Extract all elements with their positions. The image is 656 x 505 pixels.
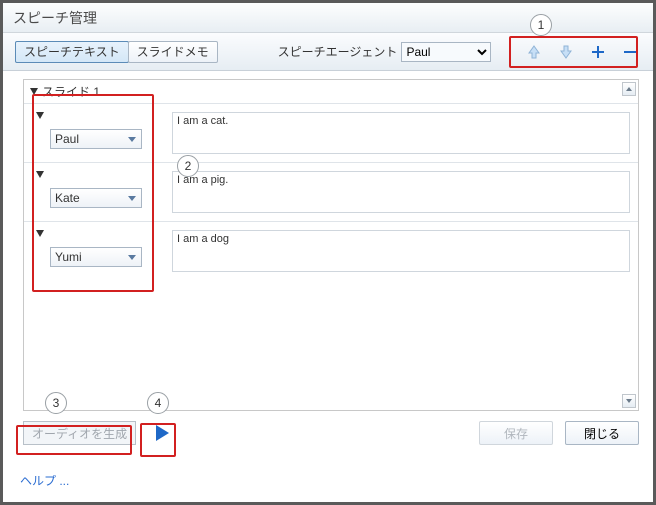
speech-text-input[interactable]: I am a cat. xyxy=(172,112,630,154)
speech-text-input[interactable]: I am a pig. xyxy=(172,171,630,213)
speech-row: Paul I am a cat. xyxy=(24,103,638,162)
save-button: 保存 xyxy=(479,421,553,445)
scroll-down-button[interactable] xyxy=(622,394,636,408)
speech-row: Yumi I am a dog xyxy=(24,221,638,280)
scroll-up-button[interactable] xyxy=(622,82,636,96)
agent-select[interactable]: Paul xyxy=(401,42,491,62)
footer-bar: オーディオを生成 保存 閉じる xyxy=(23,421,639,445)
chevron-down-icon[interactable] xyxy=(36,171,44,178)
minus-icon[interactable] xyxy=(621,43,639,61)
play-button[interactable] xyxy=(148,421,176,445)
generate-audio-button: オーディオを生成 xyxy=(23,421,136,445)
window-title: スピーチ管理 xyxy=(3,3,653,33)
tab-speech-text[interactable]: スピーチテキスト xyxy=(15,41,129,63)
speech-row: Kate I am a pig. xyxy=(24,162,638,221)
agent-dropdown[interactable]: Yumi xyxy=(50,247,142,267)
help-link[interactable]: ヘルプ ... xyxy=(20,472,69,489)
agent-value: Yumi xyxy=(55,250,82,264)
chevron-down-icon xyxy=(30,88,38,95)
slide-title: スライド 1 xyxy=(42,83,100,100)
plus-icon[interactable] xyxy=(589,43,607,61)
close-button[interactable]: 閉じる xyxy=(565,421,639,445)
agent-dropdown[interactable]: Kate xyxy=(50,188,142,208)
chevron-down-icon[interactable] xyxy=(36,230,44,237)
agent-label: スピーチエージェント xyxy=(278,43,398,60)
agent-dropdown[interactable]: Paul xyxy=(50,129,142,149)
agent-value: Kate xyxy=(55,191,80,205)
slide-list: スライド 1 Paul I am a cat. Kate xyxy=(23,79,639,411)
chevron-down-icon[interactable] xyxy=(36,112,44,119)
arrow-up-icon[interactable] xyxy=(525,43,543,61)
toolbar: スピーチテキスト スライドメモ スピーチエージェント Paul xyxy=(3,33,653,71)
speech-text-input[interactable]: I am a dog xyxy=(172,230,630,272)
slide-header[interactable]: スライド 1 xyxy=(24,80,638,103)
tab-slide-memo[interactable]: スライドメモ xyxy=(128,41,218,63)
agent-value: Paul xyxy=(55,132,79,146)
arrow-down-icon[interactable] xyxy=(557,43,575,61)
